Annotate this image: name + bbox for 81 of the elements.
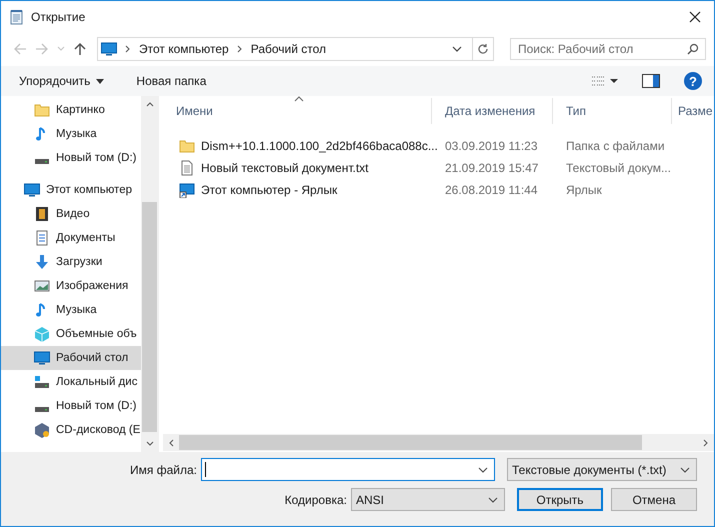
sidebar-item[interactable]: Этот компьютер bbox=[1, 178, 141, 202]
document-icon bbox=[34, 230, 50, 246]
windrive-icon bbox=[34, 374, 50, 390]
sidebar-item[interactable]: Новый том (D:) bbox=[1, 146, 141, 170]
sidebar-item[interactable]: Новый том (D:) bbox=[1, 394, 141, 418]
close-icon[interactable] bbox=[689, 10, 701, 22]
organize-button[interactable]: Упорядочить bbox=[19, 74, 104, 88]
encoding-dropdown[interactable]: ANSI bbox=[351, 488, 505, 511]
encoding-label: Кодировка: bbox=[284, 492, 347, 506]
address-bar[interactable]: Этот компьютер Рабочий стол bbox=[97, 37, 494, 61]
type-cell: Ярлык bbox=[566, 183, 602, 197]
scrollbar-thumb[interactable] bbox=[142, 202, 157, 432]
chevron-right-icon bbox=[125, 45, 131, 53]
column-header[interactable]: Имени bbox=[163, 98, 432, 124]
folder-icon bbox=[179, 138, 195, 154]
sidebar-item[interactable]: Загрузки bbox=[1, 250, 141, 274]
sidebar-item[interactable]: Рабочий стол bbox=[1, 346, 141, 370]
search-icon bbox=[687, 43, 699, 55]
sidebar-item[interactable]: Объемные объ bbox=[1, 322, 141, 346]
up-arrow-icon[interactable] bbox=[73, 42, 87, 56]
file-name[interactable]: Этот компьютер - Ярлык bbox=[201, 183, 338, 197]
chevron-down-icon bbox=[680, 466, 690, 472]
column-header[interactable]: Тип bbox=[553, 98, 672, 124]
scroll-right-icon[interactable] bbox=[702, 438, 710, 446]
date-cell: 26.08.2019 11:44 bbox=[445, 183, 538, 197]
computer-icon bbox=[24, 182, 40, 198]
drive-icon bbox=[35, 406, 49, 412]
breadcrumb[interactable]: Рабочий стол bbox=[250, 42, 326, 56]
window-title: Открытие bbox=[31, 10, 86, 24]
view-options-icon[interactable] bbox=[592, 75, 618, 87]
chevron-down-icon[interactable] bbox=[478, 466, 488, 472]
vertical-scrollbar[interactable] bbox=[141, 96, 158, 452]
sidebar-item[interactable]: Видео bbox=[1, 202, 141, 226]
download-icon bbox=[34, 254, 50, 270]
file-name-field[interactable] bbox=[201, 458, 495, 481]
file-name[interactable]: Dism++10.1.1000.100_2d2bf466baca088c... bbox=[201, 139, 438, 153]
file-name-label: Имя файла: bbox=[130, 462, 197, 476]
drive-icon bbox=[35, 158, 49, 164]
text-file-icon bbox=[179, 160, 195, 176]
sidebar-item[interactable]: Изображения bbox=[1, 274, 141, 298]
sidebar-item[interactable]: Локальный дис bbox=[1, 370, 141, 394]
video-icon bbox=[34, 206, 50, 222]
refresh-icon bbox=[477, 43, 489, 55]
cd-icon bbox=[34, 422, 50, 438]
file-name[interactable]: Новый текстовый документ.txt bbox=[201, 161, 369, 175]
date-cell: 21.09.2019 15:47 bbox=[445, 161, 538, 175]
file-type-dropdown[interactable]: Текстовые документы (*.txt) bbox=[507, 458, 697, 481]
scroll-down-icon[interactable] bbox=[146, 440, 154, 448]
scroll-up-icon[interactable] bbox=[146, 100, 154, 108]
cancel-button[interactable]: Отмена bbox=[611, 488, 697, 511]
sidebar-item[interactable]: CD-дисковод (E bbox=[1, 418, 141, 442]
horizontal-scrollbar[interactable] bbox=[163, 434, 714, 451]
column-header[interactable]: Дата изменения bbox=[432, 98, 553, 124]
open-button[interactable]: Открыть bbox=[517, 488, 603, 511]
sidebar-item[interactable]: Картинко bbox=[1, 98, 141, 122]
type-cell: Папка с файлами bbox=[566, 139, 665, 153]
dropdown-caret-icon bbox=[96, 78, 104, 84]
picture-icon bbox=[34, 278, 50, 294]
preview-pane-icon[interactable] bbox=[642, 74, 660, 88]
breadcrumb[interactable]: Этот компьютер bbox=[139, 42, 229, 56]
sidebar-item[interactable]: Документы bbox=[1, 226, 141, 250]
sidebar-item[interactable]: Музыка bbox=[1, 298, 141, 322]
folder-icon bbox=[34, 102, 50, 118]
chevron-down-icon bbox=[488, 496, 498, 502]
shortcut-icon bbox=[179, 182, 195, 198]
scrollbar-thumb[interactable] bbox=[179, 435, 642, 450]
scroll-left-icon[interactable] bbox=[167, 438, 175, 446]
sort-caret-icon bbox=[294, 96, 304, 102]
cube-icon bbox=[34, 326, 50, 342]
notepad-icon bbox=[9, 8, 25, 24]
search-field[interactable]: Поиск: Рабочий стол bbox=[510, 38, 706, 60]
chevron-right-icon bbox=[236, 45, 243, 53]
column-header[interactable]: Разме bbox=[672, 98, 714, 124]
help-button[interactable]: ? bbox=[684, 72, 702, 90]
new-folder-button[interactable]: Новая папка bbox=[136, 74, 206, 88]
sidebar-item[interactable]: Музыка bbox=[1, 122, 141, 146]
monitor-icon bbox=[101, 41, 117, 57]
type-cell: Текстовый докум... bbox=[566, 161, 671, 175]
chevron-down-icon[interactable] bbox=[452, 45, 462, 53]
date-cell: 03.09.2019 11:23 bbox=[445, 139, 538, 153]
desktop-icon bbox=[34, 350, 50, 366]
